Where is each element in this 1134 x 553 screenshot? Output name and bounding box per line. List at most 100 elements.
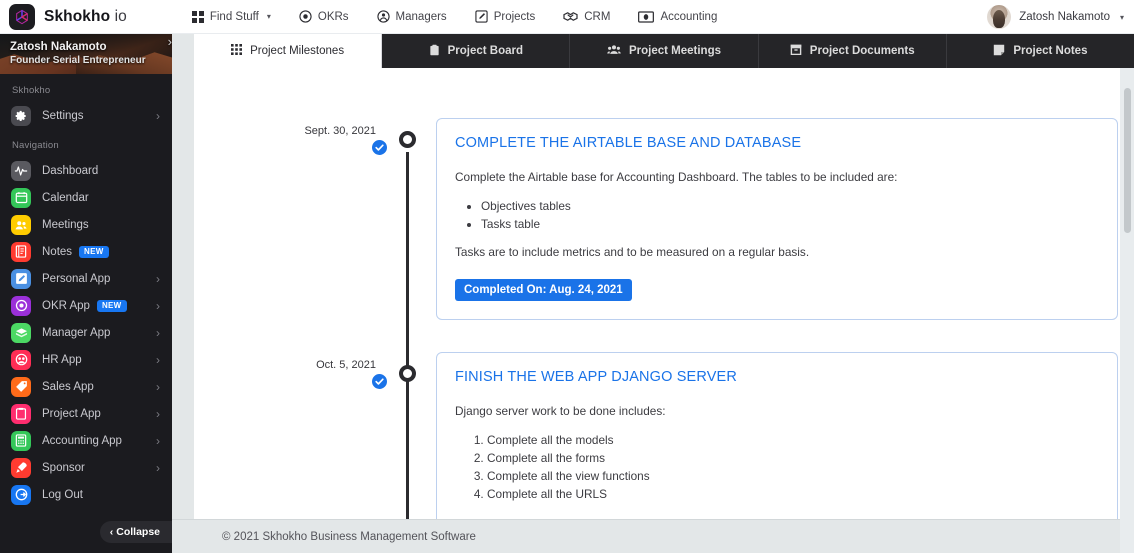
sidebar-item-log-out[interactable]: Log Out [0, 481, 172, 508]
sidebar-item-calendar[interactable]: Calendar [0, 184, 172, 211]
topnav-item-okrs[interactable]: OKRs [285, 6, 363, 27]
topnav-item-accounting[interactable]: Accounting [624, 7, 731, 27]
notes-icon [11, 241, 31, 262]
archive-icon [790, 44, 802, 58]
user-circle-icon [376, 10, 390, 23]
sidebar-item-sponsor[interactable]: Sponsor › [0, 454, 172, 481]
logout-icon [11, 484, 31, 505]
footer: © 2021 Skhokho Business Management Softw… [172, 519, 1134, 553]
sidebar-item-settings[interactable]: Settings › [0, 102, 172, 129]
timeline-node [399, 131, 416, 148]
status-badge[interactable]: Completed On: Aug. 24, 2021 [455, 279, 632, 301]
sidebar-item-label: Sales App [42, 380, 94, 393]
sidebar-item-meetings[interactable]: Meetings [0, 211, 172, 238]
list-item: Complete all the models [487, 431, 1099, 449]
sidebar-item-label: Sponsor [42, 461, 85, 474]
milestone-card[interactable]: COMPLETE THE AIRTABLE BASE AND DATABASE … [436, 118, 1118, 320]
sidebar-user-role: Founder Serial Entrepreneur [10, 55, 146, 66]
milestone-separator [194, 320, 1134, 352]
sidebar-item-label: Meetings [42, 218, 89, 231]
new-badge: NEW [96, 299, 127, 312]
chevron-right-icon: › [156, 352, 160, 367]
avatar [987, 5, 1012, 29]
target-purple-icon [11, 295, 31, 316]
chevron-down-icon: ▾ [266, 12, 271, 21]
sidebar-user-header[interactable]: Zatosh Nakamoto Founder Serial Entrepren… [0, 34, 172, 74]
milestone-title: FINISH THE WEB APP DJANGO SERVER [455, 369, 737, 385]
list-item: Objectives tables [481, 197, 1099, 215]
sidebar-item-okr-app[interactable]: OKR App NEW › [0, 292, 172, 319]
list-item: Complete all the URLS [487, 485, 1099, 503]
banknote-icon [638, 10, 655, 23]
topnav-label-managers: Managers [395, 10, 447, 23]
topnav-label-projects: Projects [493, 10, 536, 23]
tab-label: Project Documents [809, 45, 915, 57]
topnav-label-find-stuff: Find Stuff [209, 10, 259, 23]
handshake-icon [563, 10, 578, 23]
sidebar-section-skhokho: Skhokho [12, 85, 51, 96]
milestone-item: Sept. 30, 2021 COMPLETE THE AIRTABLE BAS… [194, 118, 1134, 320]
chevron-right-icon: › [167, 34, 172, 49]
sidebar-item-manager-app[interactable]: Manager App › [0, 319, 172, 346]
milestones-timeline: Sept. 30, 2021 COMPLETE THE AIRTABLE BAS… [194, 118, 1134, 553]
tab-project-board[interactable]: Project Board [382, 34, 571, 68]
hr-icon [11, 349, 31, 370]
sidebar-item-hr-app[interactable]: HR App › [0, 346, 172, 373]
topnav-label-okrs: OKRs [317, 10, 349, 23]
tab-label: Project Notes [1013, 45, 1088, 57]
topnav-label-accounting: Accounting [660, 10, 718, 23]
gear-icon [11, 105, 31, 126]
content-pane: Project Milestones Project Board Project… [194, 34, 1134, 553]
chevron-right-icon: › [156, 271, 160, 286]
collapse-sidebar-button[interactable]: ‹ Collapse [99, 521, 172, 543]
sidebar-item-label: Accounting App [42, 434, 122, 447]
topnav-item-projects[interactable]: Projects [461, 6, 550, 27]
sidebar-section-navigation: Navigation [12, 140, 59, 151]
tab-project-milestones[interactable]: Project Milestones [194, 34, 383, 68]
milestone-intro: Django server work to be done includes: [455, 404, 666, 418]
sidebar-item-dashboard[interactable]: Dashboard [0, 157, 172, 184]
sidebar-item-accounting-app[interactable]: Accounting App › [0, 427, 172, 454]
tab-project-notes[interactable]: Project Notes [946, 34, 1134, 68]
brand[interactable]: Skhokho io [9, 3, 127, 30]
project-tabs: Project Milestones Project Board Project… [194, 34, 1134, 68]
topnav-item-managers[interactable]: Managers [363, 6, 461, 27]
new-badge: NEW [79, 245, 109, 258]
tab-label: Project Board [447, 45, 524, 57]
people-icon [11, 214, 31, 235]
milestone-meta: Sept. 30, 2021 [194, 118, 406, 320]
chevron-down-icon: ▾ [1119, 12, 1124, 22]
tab-project-meetings[interactable]: Project Meetings [570, 34, 759, 68]
topnav-item-find-stuff[interactable]: Find Stuff ▾ [178, 7, 285, 27]
brand-name-light: io [114, 7, 127, 25]
pencil-square-icon [475, 10, 488, 23]
milestone-list: Objectives tables Tasks table [481, 197, 1099, 233]
sidebar-item-sales-app[interactable]: Sales App › [0, 373, 172, 400]
sidebar-item-project-app[interactable]: Project App › [0, 400, 172, 427]
sidebar-item-label: Calendar [42, 191, 89, 204]
list-item: Tasks table [481, 215, 1099, 233]
milestone-date: Oct. 5, 2021 [316, 359, 376, 371]
tab-project-documents[interactable]: Project Documents [758, 34, 947, 68]
sidebar-item-label: Personal App [42, 272, 111, 285]
sidebar-item-label: Project App [42, 407, 101, 420]
sidebar-user-info: Zatosh Nakamoto Founder Serial Entrepren… [10, 40, 162, 67]
list-item: Complete all the forms [487, 449, 1099, 467]
topnav-item-crm[interactable]: CRM [549, 6, 624, 27]
rocket-icon [11, 457, 31, 478]
skhokho-logo-icon [9, 3, 35, 30]
sidebar-item-notes[interactable]: Notes NEW [0, 238, 172, 265]
footer-copyright: © 2021 Skhokho Business Management Softw… [222, 530, 476, 543]
sidebar-item-personal-app[interactable]: Personal App › [0, 265, 172, 292]
sidebar-user-name: Zatosh Nakamoto [10, 41, 107, 53]
scrollbar-thumb[interactable] [1124, 88, 1131, 233]
collapse-label: Collapse [116, 526, 160, 538]
user-name: Zatosh Nakamoto [1019, 11, 1110, 23]
user-menu[interactable]: Zatosh Nakamoto ▾ [987, 0, 1124, 34]
sidebar-item-label: Log Out [42, 488, 83, 501]
check-circle-icon [371, 373, 388, 390]
calendar-icon [11, 187, 31, 208]
timeline-node [399, 365, 416, 382]
clipboard-icon [11, 403, 31, 424]
note-icon [993, 44, 1005, 59]
